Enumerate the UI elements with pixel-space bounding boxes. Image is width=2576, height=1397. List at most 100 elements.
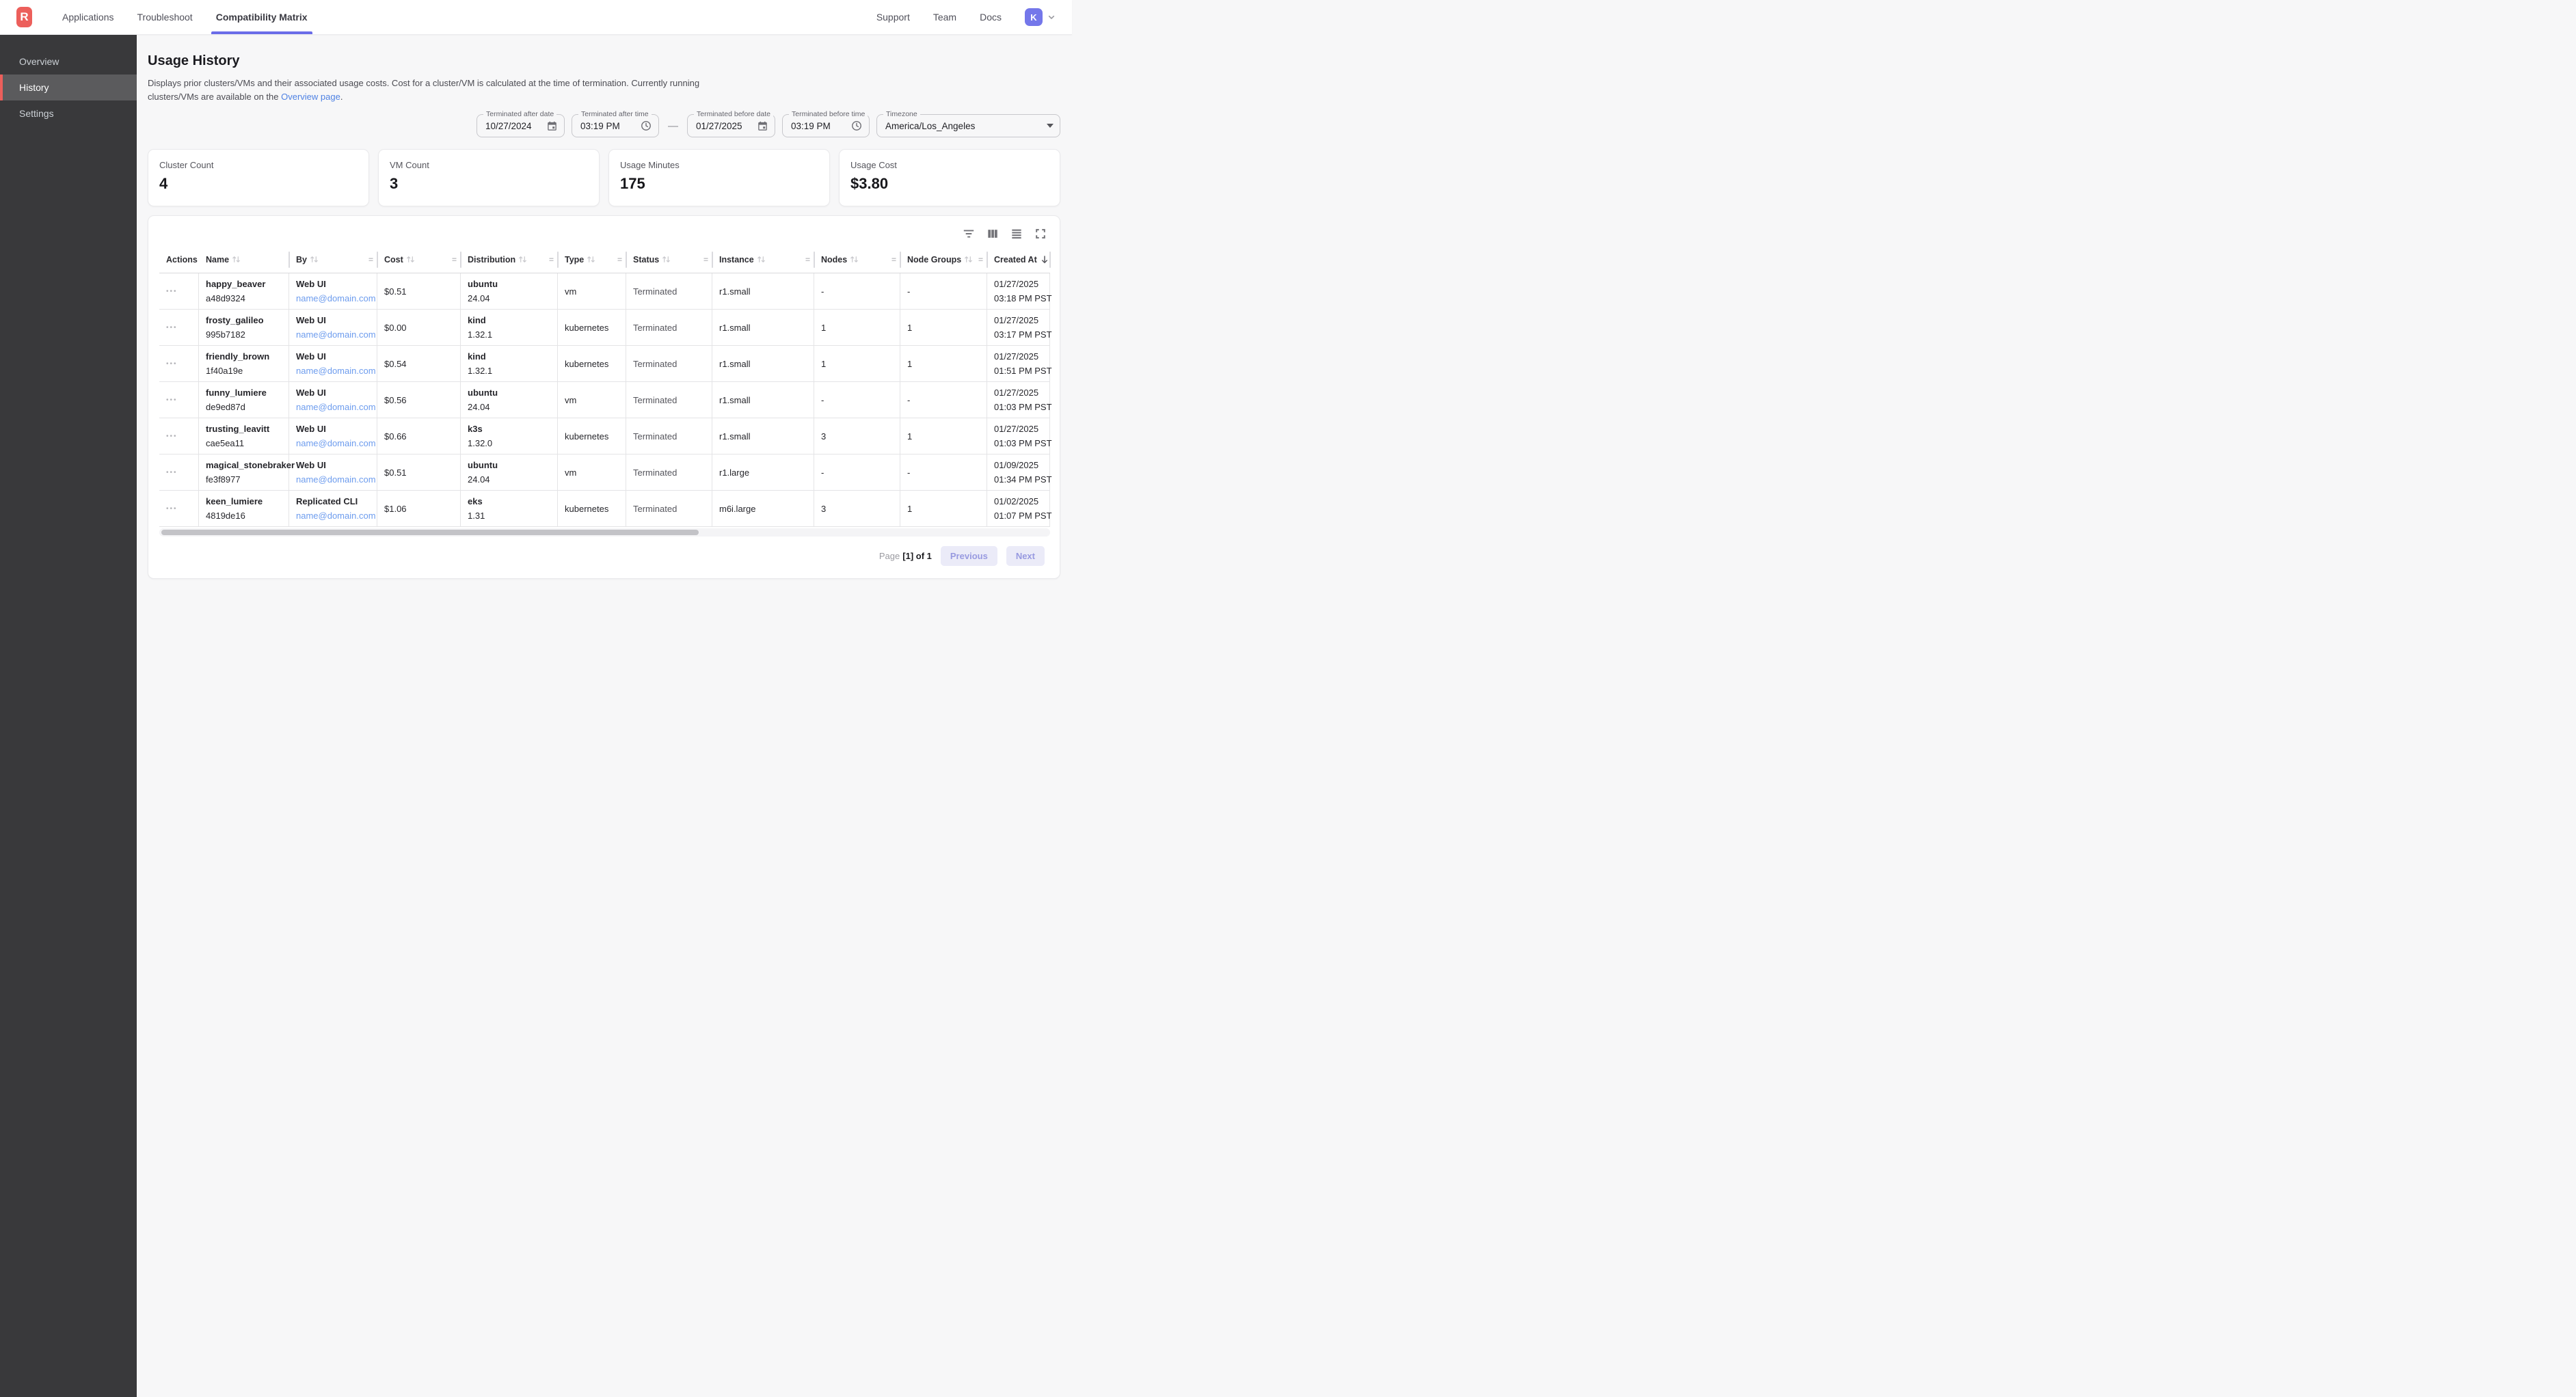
filter-icon[interactable] (962, 227, 976, 241)
nav-tab-applications[interactable]: Applications (51, 0, 126, 34)
clock-icon[interactable] (640, 120, 652, 132)
created-by-email[interactable]: name@domain.com (296, 366, 371, 376)
column-resize-icon[interactable]: = (703, 255, 708, 265)
by-cell: Replicated CLIname@domain.com (289, 491, 377, 526)
distribution-name: ubuntu (468, 388, 552, 398)
sort-icon[interactable] (406, 255, 415, 264)
more-options-icon[interactable]: ••• (166, 505, 193, 513)
nav-tab-compatibility-matrix[interactable]: Compatibility Matrix (204, 0, 319, 34)
scrollbar-thumb[interactable] (161, 530, 699, 535)
terminated-after-time-field[interactable]: Terminated after time 03:19 PM (572, 114, 659, 137)
sidebar-item-history[interactable]: History (0, 74, 137, 100)
fullscreen-icon[interactable] (1034, 227, 1047, 241)
app-logo[interactable]: R (16, 7, 32, 27)
dropdown-caret-icon[interactable] (1047, 124, 1054, 128)
node-groups-value: - (907, 286, 981, 297)
user-avatar[interactable]: K (1025, 8, 1043, 26)
sort-icon[interactable] (518, 255, 527, 264)
created-by-email[interactable]: name@domain.com (296, 511, 371, 521)
column-resize-icon[interactable]: = (978, 255, 983, 265)
field-label: Timezone (883, 110, 920, 118)
horizontal-scrollbar[interactable] (159, 528, 1050, 537)
column-resize-icon[interactable]: = (891, 255, 896, 265)
field-value[interactable]: 03:19 PM (580, 121, 640, 131)
nav-link-docs[interactable]: Docs (980, 12, 1002, 23)
column-label: Created At (994, 255, 1037, 265)
more-options-icon[interactable]: ••• (166, 396, 193, 404)
column-header-by[interactable]: By= (289, 246, 377, 273)
stat-value: 175 (620, 175, 818, 193)
column-header-instance[interactable]: Instance= (712, 246, 814, 273)
density-icon[interactable] (1010, 227, 1023, 241)
field-value[interactable]: 10/27/2024 (485, 121, 546, 131)
sort-icon[interactable] (964, 255, 973, 264)
column-resize-icon[interactable]: = (368, 255, 373, 265)
created-by-email[interactable]: name@domain.com (296, 438, 371, 448)
created-by-email[interactable]: name@domain.com (296, 329, 371, 340)
created-at-cell: 01/27/202501:03 PM PST (987, 418, 1050, 454)
nav-tab-troubleshoot[interactable]: Troubleshoot (126, 0, 204, 34)
terminated-before-time-field[interactable]: Terminated before time 03:19 PM (782, 114, 870, 137)
sort-icon[interactable] (757, 255, 766, 264)
column-header-distribution[interactable]: Distribution= (461, 246, 558, 273)
more-options-icon[interactable]: ••• (166, 433, 193, 440)
column-header-cost[interactable]: Cost= (377, 246, 461, 273)
previous-page-button[interactable]: Previous (941, 546, 997, 566)
distribution-cell: ubuntu24.04 (461, 382, 558, 418)
column-header-type[interactable]: Type= (558, 246, 626, 273)
column-header-status[interactable]: Status= (626, 246, 712, 273)
field-value[interactable]: 01/27/2025 (696, 121, 757, 131)
overview-page-link[interactable]: Overview page (281, 92, 340, 102)
field-value[interactable]: 03:19 PM (791, 121, 850, 131)
nodes-cell: - (814, 273, 900, 309)
column-resize-icon[interactable]: = (549, 255, 554, 265)
sort-icon[interactable] (850, 255, 859, 264)
column-header-created-at[interactable]: Created At (987, 246, 1050, 273)
calendar-icon[interactable] (546, 120, 558, 132)
sidebar-item-settings[interactable]: Settings (0, 100, 137, 126)
column-header-actions[interactable]: Actions (159, 246, 199, 273)
sidebar-item-overview[interactable]: Overview (0, 49, 137, 74)
columns-icon[interactable] (986, 227, 999, 241)
nodes-cell: 1 (814, 346, 900, 381)
created-by-email[interactable]: name@domain.com (296, 402, 371, 412)
column-resize-icon[interactable]: = (452, 255, 457, 265)
column-resize-icon[interactable]: = (617, 255, 622, 265)
calendar-icon[interactable] (757, 120, 768, 132)
status-value: Terminated (633, 395, 706, 405)
more-options-icon[interactable]: ••• (166, 324, 193, 331)
terminated-after-date-field[interactable]: Terminated after date 10/27/2024 (477, 114, 565, 137)
clock-icon[interactable] (850, 120, 863, 132)
more-options-icon[interactable]: ••• (166, 469, 193, 476)
next-page-button[interactable]: Next (1006, 546, 1045, 566)
timezone-select[interactable]: Timezone America/Los_Angeles (876, 114, 1060, 137)
node-groups-cell: - (900, 273, 987, 309)
field-label: Terminated before time (789, 110, 868, 118)
sort-desc-icon[interactable] (1040, 255, 1049, 265)
more-options-icon[interactable]: ••• (166, 360, 193, 368)
created-by-email[interactable]: name@domain.com (296, 474, 371, 485)
sort-icon[interactable] (587, 255, 595, 264)
created-time: 03:17 PM PST (994, 329, 1044, 340)
column-header-node-groups[interactable]: Node Groups = (900, 246, 987, 273)
sort-icon[interactable] (662, 255, 671, 264)
column-header-name[interactable]: Name (199, 246, 289, 273)
sort-icon[interactable] (310, 255, 319, 264)
name-cell: magical_stonebrakerfe3f8977 (199, 455, 289, 490)
distribution-version: 1.32.0 (468, 438, 552, 448)
more-options-icon[interactable]: ••• (166, 288, 193, 295)
column-resize-icon[interactable]: = (805, 255, 810, 265)
sort-icon[interactable] (232, 255, 241, 264)
table-row: •••trusting_leavittcae5ea11Web UIname@do… (159, 418, 1050, 455)
field-value[interactable]: America/Los_Angeles (885, 121, 1041, 131)
nav-link-team[interactable]: Team (933, 12, 956, 23)
column-label: Node Groups (907, 255, 961, 265)
created-by-email[interactable]: name@domain.com (296, 293, 371, 303)
terminated-before-date-field[interactable]: Terminated before date 01/27/2025 (687, 114, 775, 137)
instance-value: r1.small (719, 431, 808, 442)
range-separator: — (668, 120, 678, 132)
chevron-down-icon[interactable] (1046, 12, 1057, 23)
column-header-nodes[interactable]: Nodes= (814, 246, 900, 273)
type-value: vm (565, 395, 620, 405)
nav-link-support[interactable]: Support (876, 12, 910, 23)
